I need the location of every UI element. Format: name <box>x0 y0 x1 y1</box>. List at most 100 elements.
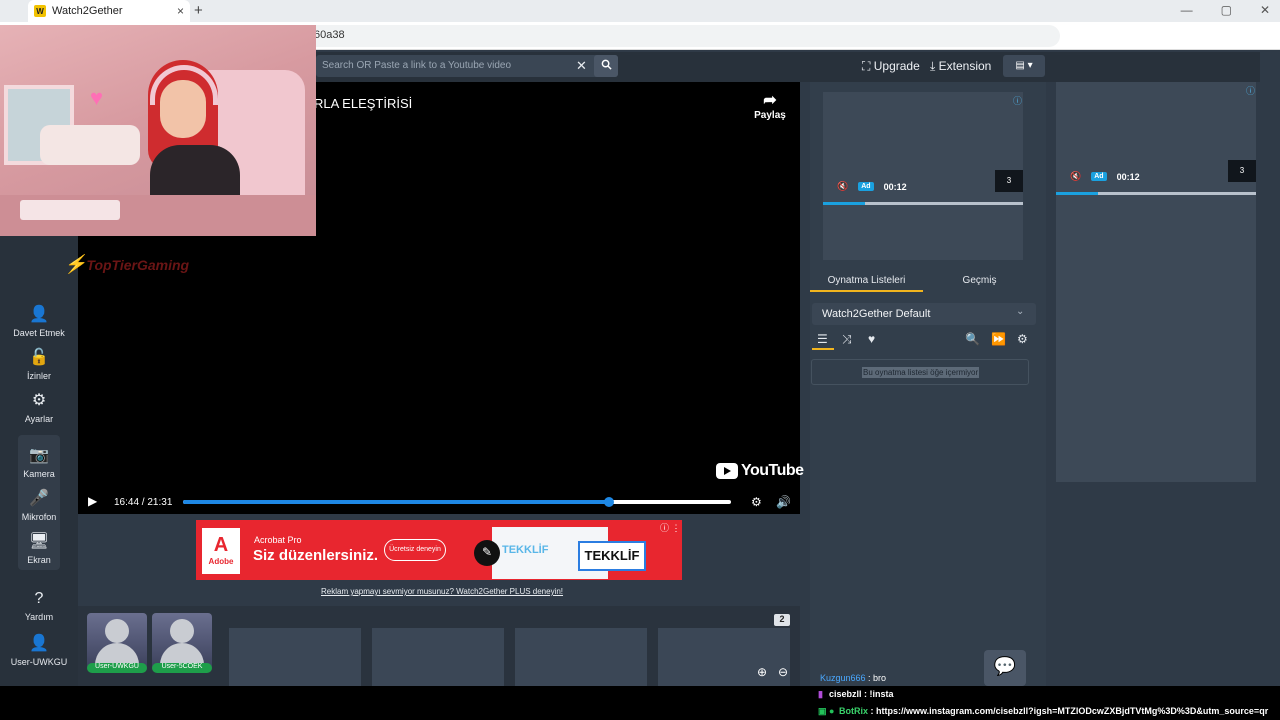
tile-progress-fill <box>823 202 865 205</box>
tile-time: 00:12 <box>883 181 907 192</box>
webcam-overlay-image: ♥ <box>0 25 316 236</box>
share-button[interactable]: ➦ Paylaş <box>748 90 792 121</box>
chevron-down-icon[interactable]: ⌄ <box>1016 306 1024 317</box>
youtube-wordmark: YouTube <box>741 462 804 479</box>
player-settings-icon[interactable]: ⚙ <box>751 495 762 509</box>
overlay-plush-toys <box>40 125 140 165</box>
tab-title: Watch2Gether <box>52 5 123 17</box>
zoom-in-icon[interactable]: ⊕ <box>757 665 767 679</box>
camera-icon: 📷 <box>29 447 49 464</box>
new-tab-button[interactable]: + <box>194 2 203 19</box>
sidebar-item-user[interactable]: 👤 User-UWKGU <box>0 633 78 667</box>
info-icon[interactable]: ⓘ <box>1246 84 1255 97</box>
tab-playlists[interactable]: Oynatma Listeleri <box>810 270 923 292</box>
video-ad-tile[interactable]: ⓘ 🔇 Ad 00:12 3 <box>1056 82 1256 482</box>
chat-username[interactable]: Kuzgun666 <box>820 673 866 683</box>
shuffle-icon[interactable]: ⤨ <box>842 332 852 347</box>
tile-time: 00:12 <box>1116 171 1140 182</box>
ad-product: Acrobat Pro <box>254 535 302 545</box>
heart-icon[interactable]: ♥ <box>868 332 875 346</box>
overlay-keyboard <box>20 200 120 220</box>
video-thumbnail[interactable] <box>658 628 790 686</box>
sidebar-item-screen[interactable]: 🖥 Ekran <box>0 531 78 565</box>
maximize-icon[interactable]: ▢ <box>1221 3 1232 17</box>
language-dropdown[interactable]: ▤ ▾ <box>1003 55 1045 77</box>
sidebar-item-label: Ayarlar <box>24 414 54 424</box>
video-ad-tile[interactable]: ⓘ 🔇 Ad 00:12 3 <box>823 92 1023 260</box>
chat-button[interactable]: 💬 <box>984 650 1026 686</box>
info-icon[interactable]: ⓘ <box>1013 94 1022 107</box>
extension-label: Extension <box>938 59 992 73</box>
ad-cta-button[interactable]: Ücretsiz deneyin <box>384 539 446 561</box>
chat-text: : !insta <box>861 689 894 699</box>
seek-bar-fill <box>183 500 610 504</box>
search-icon[interactable]: 🔍 <box>965 332 980 346</box>
sidebar-item-invite[interactable]: 👤 Davet Etmek <box>0 304 78 338</box>
gear-icon[interactable]: ⚙ <box>1017 332 1028 346</box>
ad-document-label: TEKKLİF <box>502 544 549 556</box>
sidebar-item-microphone[interactable]: 🎤 Mikrofon <box>0 488 78 522</box>
adobe-logo-mark: A <box>213 534 229 556</box>
chat-message: ▮ cisebzll : !insta <box>818 689 894 699</box>
youtube-play-icon <box>716 463 738 479</box>
adobe-logo: A Adobe <box>202 528 240 574</box>
ad-badge: Ad <box>858 182 874 191</box>
sidebar-item-permissions[interactable]: 🔓 İzinler <box>0 347 78 381</box>
clear-search-icon[interactable]: ✕ <box>576 58 587 74</box>
video-thumbnail[interactable] <box>372 628 504 686</box>
url-field[interactable]: 60a38 <box>300 25 1060 47</box>
list-icon[interactable]: ☰ <box>817 332 828 346</box>
sidebar-item-camera[interactable]: 📷 Kamera <box>0 445 78 479</box>
close-tab-icon[interactable]: × <box>177 4 184 18</box>
microphone-icon: 🎤 <box>29 490 49 507</box>
countdown-badge: 3 <box>1228 160 1256 182</box>
active-tool-indicator <box>812 348 834 350</box>
search-button[interactable] <box>594 55 618 77</box>
ad-badge: Ad <box>1091 172 1107 181</box>
video-thumbnail[interactable] <box>229 628 361 686</box>
watch2gether-logo-icon: W <box>34 5 46 17</box>
share-icon: ➦ <box>763 92 777 109</box>
participant-count-badge: 2 <box>774 614 790 626</box>
sidebar-item-settings[interactable]: ⚙ Ayarlar <box>0 390 78 424</box>
mute-icon[interactable]: 🔇 <box>837 181 848 192</box>
play-icon[interactable]: ▶ <box>88 494 97 508</box>
tile-progress <box>823 202 1023 205</box>
ad-free-link[interactable]: Reklam yapmayı sevmiyor musunuz? Watch2G… <box>321 587 563 596</box>
upgrade-button[interactable]: ⛶ Upgrade <box>862 59 920 74</box>
chat-username[interactable]: cisebzll <box>829 689 862 699</box>
neon-cat-icon: ♥ <box>90 85 104 110</box>
youtube-logo[interactable]: YouTube <box>716 462 804 480</box>
tab-history[interactable]: Geçmiş <box>923 270 1036 292</box>
gear-icon: ⚙ <box>31 392 47 409</box>
sidebar-item-help[interactable]: ? Yardım <box>0 590 78 622</box>
window-controls: — ▢ ✕ <box>1181 3 1270 17</box>
minimize-icon[interactable]: — <box>1181 3 1193 17</box>
seek-bar[interactable] <box>183 497 731 507</box>
share-label: Paylaş <box>754 110 786 121</box>
playlist-dropdown[interactable]: Watch2Gether Default <box>812 303 1036 325</box>
ad-headline: Siz düzenlersiniz. <box>253 547 379 564</box>
sponsor-text: TopTierGaming <box>86 257 190 273</box>
search-input[interactable]: Search OR Paste a link to a Youtube vide… <box>316 55 618 77</box>
chat-username[interactable]: BotRix <box>839 706 868 716</box>
empty-playlist-text: Bu oynatma listesi öğe içermiyor <box>862 367 980 378</box>
video-thumbnail[interactable] <box>515 628 647 686</box>
close-window-icon[interactable]: ✕ <box>1260 3 1270 17</box>
zoom-out-icon[interactable]: ⊖ <box>778 665 788 679</box>
volume-icon[interactable]: 🔊 <box>776 495 791 509</box>
browser-tab[interactable]: W Watch2Gether × <box>28 0 190 22</box>
fast-forward-icon[interactable]: ⏩ <box>991 332 1006 346</box>
search-icon <box>601 59 612 70</box>
chat-message: Kuzgun666 : bro <box>820 673 886 683</box>
sidebar-item-label: Mikrofon <box>21 512 57 522</box>
user-icon: 👤 <box>29 635 49 652</box>
mute-icon[interactable]: 🔇 <box>1070 171 1081 182</box>
chat-text: : https://www.instagram.com/cisebzll?igs… <box>867 706 1269 716</box>
extension-button[interactable]: ⤓ Extension <box>930 59 991 74</box>
ad-info-icon[interactable]: ⓘ ⋮ <box>660 521 681 534</box>
tile-controls: 🔇 Ad 00:12 <box>1070 171 1140 182</box>
tile-progress-fill <box>1056 192 1098 195</box>
tile-controls: 🔇 Ad 00:12 <box>837 181 907 192</box>
sidebar-item-label: İzinler <box>26 371 51 381</box>
